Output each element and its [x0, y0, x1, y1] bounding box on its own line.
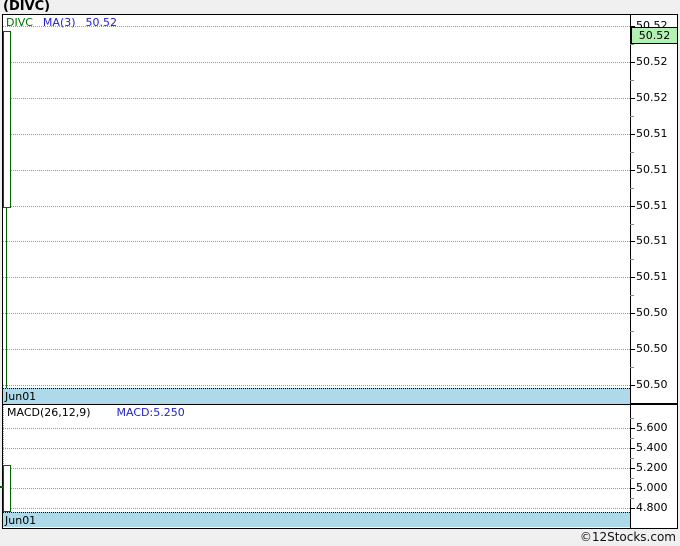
gridline — [3, 488, 630, 489]
date-axis-bar: Jun01 — [3, 388, 630, 404]
y-axis-label: 50.51 — [636, 270, 668, 283]
macd-date-label: Jun01 — [5, 514, 37, 527]
legend-ma-value: 50.52 — [85, 16, 118, 29]
legend-symbol: DIVC — [6, 16, 33, 29]
gridline — [3, 468, 630, 469]
macd-open-tick — [0, 486, 3, 488]
macd-panel — [2, 404, 678, 529]
axis-minor-tick — [630, 80, 634, 81]
gridline — [3, 385, 630, 386]
y-axis-label: 50.52 — [636, 91, 668, 104]
y-axis-line — [630, 14, 631, 404]
axis-tick — [630, 134, 635, 135]
macd-y-axis-label: 5.200 — [636, 461, 668, 474]
gridline — [3, 134, 630, 135]
gridline — [3, 98, 630, 99]
axis-tick — [630, 241, 635, 242]
macd-y-axis-line — [630, 404, 631, 528]
date-label: Jun01 — [5, 390, 37, 403]
y-axis-label: 50.51 — [636, 234, 668, 247]
y-axis-label: 50.50 — [636, 342, 668, 355]
page-title: (DIVC) — [3, 0, 51, 14]
axis-minor-tick — [630, 188, 634, 189]
macd-legend: MACD(26,12,9) MACD:5.250 — [7, 406, 195, 419]
price-chart-panel — [2, 14, 678, 404]
axis-tick — [630, 349, 635, 350]
axis-minor-tick — [630, 418, 634, 419]
axis-tick — [630, 170, 635, 171]
axis-tick — [630, 428, 635, 429]
gridline — [3, 170, 630, 171]
axis-tick — [630, 508, 635, 509]
y-axis-label: 50.51 — [636, 163, 668, 176]
macd-legend-value: MACD:5.250 — [116, 406, 185, 419]
axis-minor-tick — [630, 259, 634, 260]
y-axis-label: 50.51 — [636, 199, 668, 212]
candle-lower-wick — [6, 208, 7, 388]
axis-minor-tick — [630, 152, 634, 153]
gridline — [3, 277, 630, 278]
axis-minor-tick — [630, 438, 634, 439]
axis-minor-tick — [630, 44, 634, 45]
axis-tick — [630, 488, 635, 489]
watermark: ©12Stocks.com — [579, 530, 676, 544]
axis-minor-tick — [630, 331, 634, 332]
axis-minor-tick — [630, 224, 634, 225]
stock-chart-page: (DIVC) DIVC MA(3) 50.52 Jun01 50.52 50.5… — [0, 0, 680, 546]
gridline — [3, 428, 630, 429]
macd-y-axis-label: 4.800 — [636, 501, 668, 514]
macd-y-axis-label: 5.600 — [636, 421, 668, 434]
axis-minor-tick — [630, 498, 634, 499]
axis-tick — [630, 468, 635, 469]
y-axis-label: 50.50 — [636, 378, 668, 391]
gridline — [3, 206, 630, 207]
axis-tick — [630, 62, 635, 63]
y-axis-label: 50.52 — [636, 55, 668, 68]
axis-tick — [630, 385, 635, 386]
axis-tick — [630, 206, 635, 207]
macd-date-axis-bar: Jun01 — [3, 512, 630, 527]
current-price-badge: 50.52 — [631, 27, 678, 44]
axis-tick — [630, 313, 635, 314]
macd-y-axis-label: 5.000 — [636, 481, 668, 494]
macd-legend-name: MACD(26,12,9) — [7, 406, 91, 419]
legend-ma-label: MA(3) — [42, 16, 76, 29]
gridline — [3, 448, 630, 449]
macd-y-axis-label: 5.400 — [636, 441, 668, 454]
axis-minor-tick — [630, 295, 634, 296]
gridline — [3, 508, 630, 509]
macd-bar — [3, 465, 11, 512]
axis-minor-tick — [630, 458, 634, 459]
gridline — [3, 313, 630, 314]
gridline — [3, 241, 630, 242]
gridline — [3, 349, 630, 350]
candle-body — [3, 31, 11, 208]
gridline — [3, 62, 630, 63]
axis-tick — [630, 277, 635, 278]
axis-minor-tick — [630, 367, 634, 368]
axis-minor-tick — [630, 478, 634, 479]
axis-tick — [630, 98, 635, 99]
y-axis-label: 50.51 — [636, 127, 668, 140]
axis-minor-tick — [630, 116, 634, 117]
y-axis-label: 50.50 — [636, 306, 668, 319]
axis-tick — [630, 448, 635, 449]
price-chart-legend: DIVC MA(3) 50.52 — [6, 16, 127, 29]
